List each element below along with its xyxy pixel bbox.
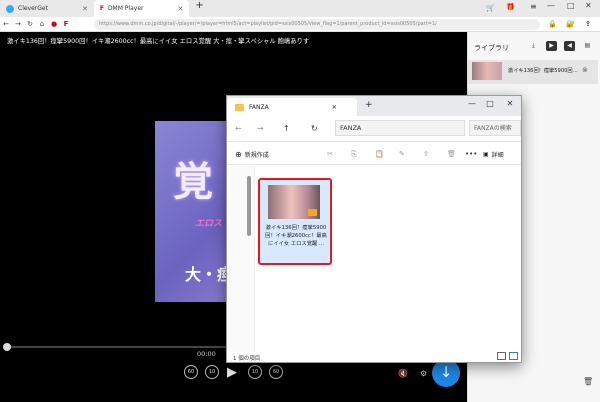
lock2-icon[interactable]: 🔐 bbox=[566, 20, 575, 28]
file-explorer-window[interactable]: FANZA ✕ + — □ ✕ ← → ↑ ↻ FANZA FANZAの検索 ⊕ 新… bbox=[226, 95, 522, 363]
close-window-icon[interactable]: ✕ bbox=[501, 99, 519, 108]
cut-icon[interactable]: ✂ bbox=[327, 150, 333, 158]
maximize-icon[interactable]: □ bbox=[567, 1, 575, 10]
record-icon[interactable]: ● bbox=[48, 20, 60, 28]
plus-icon: ⊕ bbox=[235, 150, 242, 159]
cover-title: 覚 bbox=[173, 158, 213, 205]
copy-icon[interactable]: ⎘ bbox=[351, 150, 357, 159]
tab-dmm-player[interactable]: F DMM Player ✕ bbox=[93, 0, 190, 17]
maximize-icon[interactable]: □ bbox=[481, 99, 499, 108]
trash-icon[interactable]: 🗑 bbox=[583, 377, 593, 386]
new-button[interactable]: ⊕ 新規作成 bbox=[235, 150, 269, 159]
download-button[interactable]: ↓ bbox=[432, 359, 460, 387]
list-view-icon[interactable] bbox=[497, 352, 506, 360]
play-button[interactable]: ▶ bbox=[227, 365, 237, 380]
url-field[interactable]: https://www.dmm.co.jp/digital/-/player/=… bbox=[94, 19, 540, 30]
menu-icon[interactable]: ≡ bbox=[530, 2, 537, 11]
address-bar: ← → ↻ ⌂ ● F https://www.dmm.co.jp/digita… bbox=[0, 17, 600, 32]
new-tab-button[interactable]: + bbox=[189, 0, 209, 17]
library-item-thumbnail bbox=[472, 62, 502, 80]
new-tab-icon[interactable]: + bbox=[365, 100, 373, 110]
explorer-titlebar: FANZA ✕ + — □ ✕ bbox=[227, 96, 521, 116]
status-text: 1 個の項目 bbox=[233, 356, 261, 362]
minimize-icon[interactable]: — bbox=[463, 99, 481, 108]
close-window-icon[interactable]: ✕ bbox=[585, 1, 592, 10]
settings-icon[interactable]: ⚙ bbox=[420, 369, 427, 378]
skip-back-10-button[interactable]: 10 bbox=[205, 365, 219, 379]
back-icon[interactable]: ← bbox=[0, 20, 12, 28]
video-badge-icon bbox=[308, 209, 317, 216]
rename-icon[interactable]: ✎ bbox=[399, 150, 405, 158]
folder-icon bbox=[235, 103, 244, 111]
explorer-address-field[interactable]: FANZA bbox=[335, 120, 465, 136]
library-item-title: 激イキ136回！痙攣5900回… bbox=[508, 68, 578, 74]
library-folder-icon[interactable]: ▤ bbox=[582, 41, 593, 51]
skip-forward-60-button[interactable]: 60 bbox=[269, 365, 283, 379]
progress-knob[interactable] bbox=[3, 343, 11, 351]
share-icon[interactable]: ⇪ bbox=[423, 150, 429, 158]
library-title: ライブラリ bbox=[474, 44, 509, 52]
library-video-icon[interactable]: ▶ bbox=[546, 41, 557, 51]
library-download-icon[interactable]: ⤓ bbox=[528, 41, 539, 51]
more-icon[interactable]: ••• bbox=[465, 150, 477, 158]
explorer-search-field[interactable]: FANZAの検索 bbox=[469, 120, 521, 136]
dmm-f-icon: F bbox=[63, 20, 69, 28]
delete-icon[interactable]: 🗑 bbox=[447, 150, 456, 158]
close-icon[interactable]: ✕ bbox=[178, 5, 184, 13]
close-icon[interactable]: ✕ bbox=[82, 5, 88, 13]
details-pane-icon: ▣ bbox=[483, 151, 489, 158]
minimize-icon[interactable]: — bbox=[547, 1, 555, 10]
cart-icon[interactable]: 🛒 bbox=[486, 4, 495, 12]
tile-view-icon[interactable] bbox=[509, 352, 518, 360]
explorer-tab[interactable]: FANZA ✕ bbox=[227, 98, 357, 116]
refresh-icon[interactable]: ↻ bbox=[24, 20, 36, 28]
library-item-close-icon[interactable]: ⊗ bbox=[582, 66, 588, 74]
forward-icon[interactable]: → bbox=[257, 124, 264, 133]
time-display: 00:00 bbox=[197, 350, 216, 358]
details-button[interactable]: ▣ 詳細 bbox=[483, 150, 504, 159]
forward-icon[interactable]: → bbox=[12, 20, 24, 28]
video-title: 激イキ136回！痙攣5900回！イキ潮2600cc！最高にイイ女 エロス覚醒 大… bbox=[7, 38, 310, 45]
gift-icon[interactable]: 🎁 bbox=[506, 3, 515, 11]
up-icon[interactable]: ↑ bbox=[283, 124, 290, 133]
tab-cleverget[interactable]: CleverGet ✕ bbox=[0, 0, 94, 17]
cleverget-logo-icon bbox=[6, 4, 14, 13]
library-audio-icon[interactable]: ◀ bbox=[564, 41, 575, 51]
paste-icon[interactable]: 📋 bbox=[375, 150, 384, 158]
cover-eros: エロス bbox=[195, 219, 223, 229]
mute-icon[interactable]: 🔇 bbox=[398, 369, 408, 378]
lock-icon[interactable]: 🔒 bbox=[548, 20, 557, 28]
refresh-icon[interactable]: ↻ bbox=[311, 124, 318, 133]
file-name: 激イキ136回！痙攣5900回！イキ潮2600cc！最高にイイ女 エロス覚醒 .… bbox=[265, 225, 327, 247]
video-file[interactable]: 激イキ136回！痙攣5900回！イキ潮2600cc！最高にイイ女 エロス覚醒 .… bbox=[258, 178, 332, 265]
share-icon[interactable]: ⇪ bbox=[585, 20, 591, 28]
close-icon[interactable]: ✕ bbox=[332, 104, 337, 111]
skip-back-60-button[interactable]: 60 bbox=[184, 365, 198, 379]
home-icon[interactable]: ⌂ bbox=[36, 20, 48, 28]
skip-forward-10-button[interactable]: 10 bbox=[248, 365, 262, 379]
browser-tab-bar: CleverGet ✕ F DMM Player ✕ + 🛒 🎁 ≡ — □ ✕ bbox=[0, 0, 600, 17]
dmm-logo-icon: F bbox=[99, 5, 104, 12]
back-icon[interactable]: ← bbox=[235, 124, 242, 133]
scrollbar[interactable] bbox=[247, 176, 251, 236]
